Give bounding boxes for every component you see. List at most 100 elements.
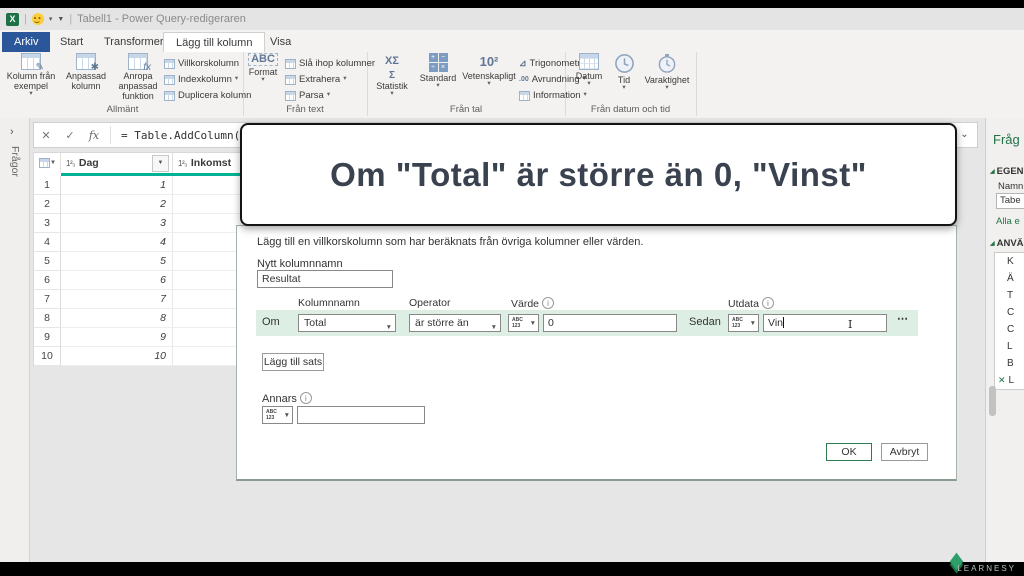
expand-pane-icon[interactable]: › [10,126,14,138]
duration-button[interactable]: Varaktighet ▾ [643,53,691,103]
output-input[interactable]: VinI [763,314,887,332]
letterbox-bar [0,562,1024,576]
chevron-down-icon: ▾ [622,85,625,92]
ribbon-group-fran-datum: Datum ▾ Tid ▾ Varaktighet ▾ Från datum o… [565,52,697,116]
ribbon-group-fran-tal: XΣΣ Statistik ▾ +−÷× Standard ▾ 10² Vete… [367,52,566,116]
chevron-down-icon: ▼ [750,320,756,327]
else-type-dropdown[interactable]: ABC123▼ [262,406,293,424]
new-column-name-input[interactable]: Resultat [257,270,393,288]
format-abc-icon: ABC [248,53,278,66]
chevron-down-icon: ▾ [487,81,490,88]
chevron-down-icon: ▾ [665,85,668,92]
if-label: Om [262,316,280,328]
calendar-icon [579,53,599,70]
operator-select[interactable]: är större än▼ [409,314,501,332]
conditional-column-icon [164,59,175,69]
condition-row: Om Total▼ är större än▼ ABC123▼ 0 Sedan … [256,310,918,336]
merge-columns-button[interactable]: Slå ihop kolumner [285,56,375,71]
value-header: Värdei [511,297,554,310]
value-type-dropdown[interactable]: ABC123▼ [508,314,539,332]
conditional-column-dialog: Lägg till en villkorskolumn som har berä… [236,225,957,481]
ibeam-cursor-icon: I [848,317,852,333]
group-label: Från datum och tid [565,104,696,115]
chevron-down-icon: ▾ [343,76,346,83]
custom-column-button[interactable]: ✱ Anpassad kolumn [60,53,112,103]
queries-pane-collapsed[interactable]: › Frågor [0,118,30,562]
ribbon-group-allmant: ✎ Kolumn från exempel ▾ ✱ Anpassad kolum… [2,52,244,116]
table-pencil-icon: ✎ [21,53,41,70]
merge-columns-icon [285,59,296,69]
column-name-header: Kolumnnamn [298,297,360,309]
query-settings-pane: Fråg ◢EGEN Namn Tabe Alla e ◢ANVÄ K Ä T … [985,118,1024,562]
scientific-button[interactable]: 10² Vetenskapligt ▾ [462,53,516,103]
value-input[interactable]: 0 [543,314,677,332]
tab-lagg-till-kolumn[interactable]: Lägg till kolumn [163,32,265,52]
applied-step[interactable]: K [995,253,1024,270]
dialog-description: Lägg till en villkorskolumn som har berä… [257,236,643,248]
column-select[interactable]: Total▼ [298,314,396,332]
chevron-down-icon: ▾ [29,91,32,98]
else-input[interactable] [297,406,425,424]
else-label: Annarsi [262,392,312,405]
statistics-button[interactable]: XΣΣ Statistik ▾ [370,53,414,103]
date-button[interactable]: Datum ▾ [571,53,607,103]
applied-step[interactable]: C [995,304,1024,321]
applied-step-current[interactable]: ✕L [995,372,1024,389]
properties-header[interactable]: ◢EGEN [990,166,1024,177]
applied-step[interactable]: Ä [995,270,1024,287]
table-icon [39,158,50,168]
group-label: Allmänt [2,104,243,115]
query-name-input[interactable]: Tabe [996,193,1024,209]
ok-button[interactable]: OK [826,443,872,461]
new-column-name-label: Nytt kolumnnamn [257,258,343,270]
invoke-custom-function-button[interactable]: fx Anropa anpassad funktion [114,53,162,103]
applied-steps-header[interactable]: ◢ANVÄ [990,238,1024,249]
column-header-dag[interactable]: 1²₃ Dag ▼ [61,153,173,173]
stopwatch-icon [657,53,677,74]
standard-button[interactable]: +−÷× Standard ▾ [416,53,460,103]
format-button[interactable]: ABC Format ▾ [246,53,280,103]
cancel-formula-icon[interactable]: ✕ [34,129,58,142]
customize-toolbar-icon[interactable]: ▼ [57,16,64,23]
chevron-down-icon: ▾ [390,91,393,98]
divider: | [24,13,27,25]
parse-button[interactable]: Parsa ▾ [285,88,330,103]
all-properties-link[interactable]: Alla e [996,216,1020,227]
confirm-formula-icon[interactable]: ✓ [58,129,82,142]
clock-icon [614,53,635,74]
table-corner-button[interactable]: ▾ [34,153,61,173]
output-type-dropdown[interactable]: ABC123▼ [728,314,759,332]
applied-step[interactable]: T [995,287,1024,304]
applied-step[interactable]: L [995,338,1024,355]
index-column-button[interactable]: Indexkolumn ▾ [164,72,238,87]
add-clause-button[interactable]: Lägg till sats [262,353,324,371]
time-button[interactable]: Tid ▾ [609,53,639,103]
column-from-examples-button[interactable]: ✎ Kolumn från exempel ▾ [4,53,58,103]
tab-arkiv[interactable]: Arkiv [2,32,50,52]
delete-step-icon[interactable]: ✕ [998,375,1006,385]
applied-step[interactable]: C [995,321,1024,338]
extract-button[interactable]: Extrahera ▾ [285,72,346,87]
filter-dropdown-icon[interactable]: ▼ [152,155,169,172]
chevron-down-icon: ▾ [235,76,238,83]
duplicate-column-button[interactable]: Duplicera kolumn [164,88,251,103]
cancel-button[interactable]: Avbryt [881,443,928,461]
index-column-icon [164,75,175,85]
information-icon [519,91,530,101]
tab-start[interactable]: Start [48,32,95,52]
text-caret [783,317,784,328]
info-icon: i [542,297,554,309]
tutorial-callout: Om "Total" är större än 0, "Vinst" [240,123,957,226]
more-options-icon[interactable]: ⋯ [897,312,909,325]
conditional-column-button[interactable]: Villkorskolumn [164,56,239,71]
name-label: Namn [998,181,1023,192]
group-label: Från tal [367,104,565,115]
chevron-down-icon: ▼ [386,320,392,336]
callout-text: Om "Total" är större än 0, "Vinst" [330,156,867,194]
extract-icon [285,75,296,85]
applied-step[interactable]: B [995,355,1024,372]
scrollbar-thumb[interactable] [989,386,996,416]
tab-visa[interactable]: Visa [258,32,303,52]
chevron-down-icon: ▾ [261,77,264,84]
smiley-quick-access-icon[interactable] [32,13,44,25]
